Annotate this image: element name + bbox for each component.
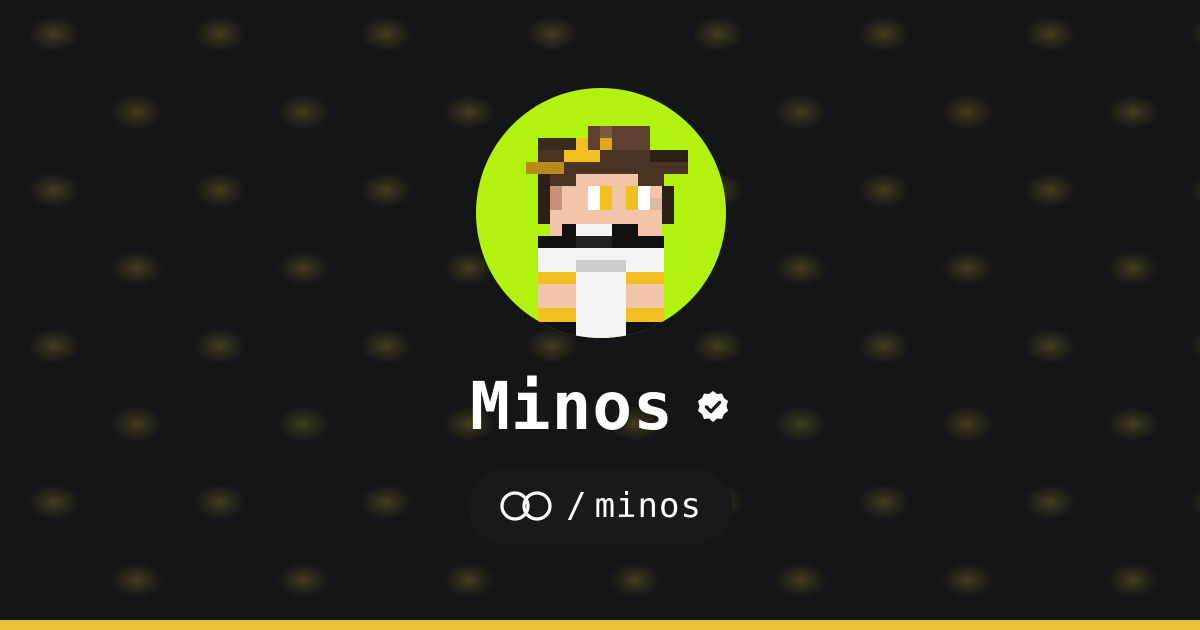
display-name: Minos [470, 368, 674, 445]
avatar [476, 88, 726, 338]
verified-check-icon [696, 390, 730, 424]
handle-text: minos [594, 486, 702, 526]
name-row: Minos [0, 362, 1200, 452]
handle-pill[interactable]: / minos [468, 468, 732, 544]
pixel-character-avatar [526, 126, 688, 338]
accent-bar [0, 620, 1200, 630]
handle-separator: / [566, 486, 587, 526]
linked-rings-logo-icon [498, 489, 556, 523]
